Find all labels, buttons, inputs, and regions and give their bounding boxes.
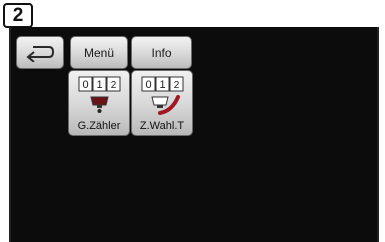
back-button[interactable] — [16, 36, 64, 69]
info-button[interactable]: Info — [131, 36, 192, 69]
counter-cup-select-icon: 0 1 2 — [141, 76, 184, 115]
svg-text:2: 2 — [174, 80, 180, 91]
svg-text:0: 0 — [145, 79, 151, 91]
svg-text:1: 1 — [159, 79, 165, 91]
screen-number-badge: 2 — [3, 3, 33, 28]
counter-cup-icon: 0 1 2 — [78, 76, 121, 113]
counter-select-tile-label: Z.Wahl.T — [139, 120, 185, 132]
svg-text:2: 2 — [111, 80, 117, 91]
svg-text:1: 1 — [96, 79, 102, 91]
counter-tile-label: G.Zähler — [77, 120, 121, 132]
counter-select-tile[interactable]: 0 1 2 Z.Wahl.T — [131, 70, 193, 136]
counter-tile[interactable]: 0 1 2 G.Zähler — [68, 70, 130, 136]
svg-text:0: 0 — [82, 79, 88, 91]
back-arrow-icon — [26, 45, 55, 62]
menu-button[interactable]: Menü — [70, 36, 128, 69]
display-panel — [9, 27, 379, 242]
